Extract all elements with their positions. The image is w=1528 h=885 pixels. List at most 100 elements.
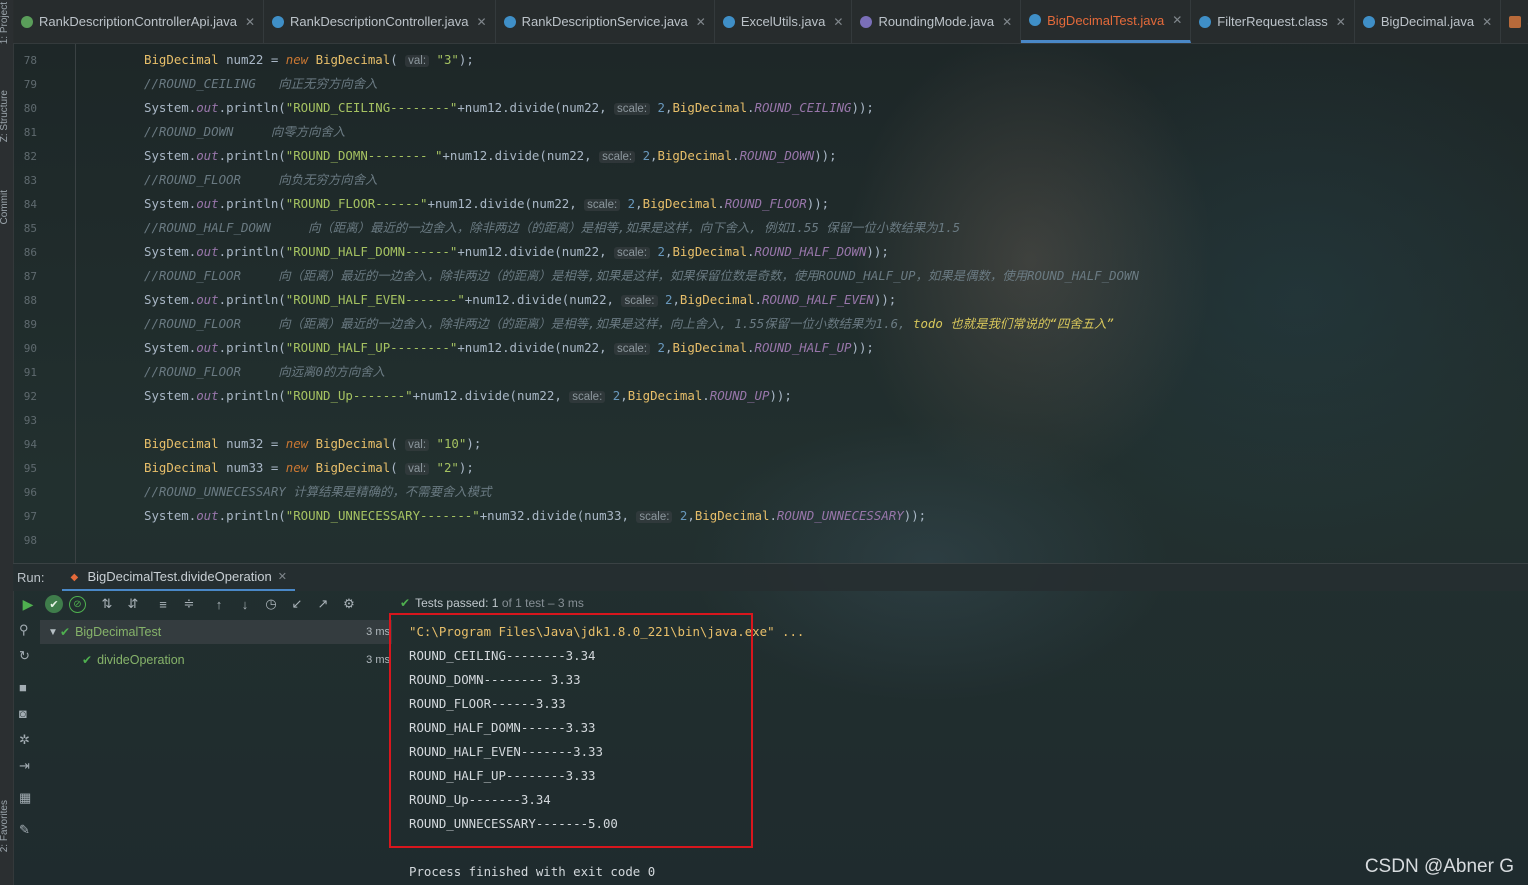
code-token: "10"	[436, 436, 467, 451]
structure-tool-tab[interactable]: Z: Structure	[0, 90, 10, 142]
tab-7[interactable]: BigDecimal.java ✕	[1355, 0, 1502, 43]
close-icon[interactable]: ✕	[1172, 13, 1182, 27]
line-number: 90	[23, 342, 37, 355]
camera-icon[interactable]: ◙	[19, 706, 27, 721]
pin-tab-icon[interactable]: ✎	[19, 822, 30, 838]
tab-5[interactable]: BigDecimalTest.java ✕	[1021, 0, 1192, 43]
code-editor[interactable]: 78 79 80 81 82 83 84 85 86 87 88 89 90 91 92 93 94 95 96 97…	[13, 44, 1528, 563]
close-icon[interactable]: ✕	[245, 15, 255, 29]
close-icon[interactable]: ✕	[477, 15, 487, 29]
parameter-hint: scale:	[584, 199, 621, 211]
code-line[interactable]: //ROUND_FLOOR 向（距离）最近的一边舍入，除非两边（的距离）是相等,…	[144, 316, 1114, 332]
tab-4[interactable]: RoundingMode.java ✕	[852, 0, 1022, 43]
parameter-hint: scale:	[621, 295, 658, 307]
settings-gear-icon[interactable]: ⚙	[338, 593, 360, 615]
class-icon	[1362, 15, 1375, 28]
show-ignored-icon[interactable]: ⊘	[69, 595, 86, 613]
code-line[interactable]: System.out.println("ROUND_DOMN-------- "…	[144, 148, 837, 165]
tab-2[interactable]: RankDescriptionService.java ✕	[496, 0, 715, 43]
code-token: BigDecimal	[627, 388, 703, 403]
history-icon[interactable]: ◷	[260, 593, 282, 615]
code-line[interactable]: System.out.println("ROUND_Up-------"+num…	[144, 388, 792, 405]
code-line[interactable]: //ROUND_FLOOR 向远离0的方向舍入	[144, 364, 385, 380]
code-line[interactable]: //ROUND_HALF_DOWN 向（距离）最近的一边舍入，除非两边（的距离）…	[144, 220, 960, 236]
code-line[interactable]: System.out.println("ROUND_HALF_DOMN-----…	[144, 244, 889, 261]
project-tool-tab[interactable]: 1: Project	[0, 2, 10, 44]
close-icon[interactable]: ✕	[696, 15, 706, 29]
code-token: new	[285, 460, 309, 475]
code-token: .println(	[218, 244, 286, 259]
code-line[interactable]: BigDecimal num33 = new BigDecimal( val: …	[144, 460, 474, 477]
show-passed-icon[interactable]: ✔	[45, 595, 63, 613]
code-line[interactable]: System.out.println("ROUND_HALF_UP-------…	[144, 340, 874, 357]
tab-0[interactable]: RankDescriptionControllerApi.java ✕	[13, 0, 265, 43]
debug-settings-icon[interactable]: ✲	[19, 732, 30, 748]
close-icon[interactable]: ✕	[1336, 15, 1346, 29]
tab-label: RankDescriptionControllerApi.java	[39, 14, 237, 29]
sort-duration-icon[interactable]: ⇵	[122, 593, 144, 615]
tab-8[interactable]: SaleRar	[1501, 0, 1528, 43]
collapse-all-icon[interactable]: ≑	[178, 593, 200, 615]
close-icon[interactable]: ✕	[1482, 15, 1492, 29]
pin-icon[interactable]: ⚲	[19, 622, 29, 638]
code-token: new	[285, 436, 309, 451]
code-token: ROUND_CEILING	[754, 100, 852, 115]
close-icon[interactable]: ✕	[278, 570, 287, 583]
enum-icon	[860, 15, 873, 28]
code-line[interactable]: //ROUND_CEILING 向正无穷方向舍入	[144, 76, 377, 92]
code-token: System.	[144, 292, 197, 307]
sort-alpha-icon[interactable]: ⇅	[96, 593, 118, 615]
close-icon[interactable]: ✕	[1002, 15, 1012, 29]
code-line[interactable]: //ROUND_UNNECESSARY 计算结果是精确的，不需要舍入模式	[144, 484, 491, 500]
code-token: ));	[769, 388, 792, 403]
tab-1[interactable]: RankDescriptionController.java ✕	[264, 0, 496, 43]
previous-failed-icon[interactable]: ↑	[208, 593, 230, 615]
line-number: 96	[23, 486, 37, 499]
expand-all-icon[interactable]: ≡	[152, 593, 174, 615]
code-line[interactable]: //ROUND_FLOOR 向负无穷方向舍入	[144, 172, 377, 188]
close-icon[interactable]: ✕	[833, 15, 843, 29]
next-failed-icon[interactable]: ↓	[234, 593, 256, 615]
code-token: (	[390, 460, 406, 475]
line-number: 95	[23, 462, 37, 475]
left-tool-strip: 1: Project Z: Structure Commit 2: Favori…	[0, 0, 14, 885]
import-tests-icon[interactable]: ↙	[286, 593, 308, 615]
code-line[interactable]: System.out.println("ROUND_FLOOR------"+n…	[144, 196, 829, 213]
code-line[interactable]: BigDecimal num22 = new BigDecimal( val: …	[144, 52, 474, 69]
test-class-name: BigDecimalTest	[75, 625, 162, 639]
code-token: 2	[657, 244, 665, 259]
code-token: );	[458, 52, 474, 67]
code-token: System.	[144, 100, 197, 115]
exit-icon[interactable]: ⇥	[19, 758, 30, 774]
layout-icon[interactable]: ▦	[19, 790, 31, 806]
commit-tool-tab[interactable]: Commit	[0, 190, 10, 224]
code-token: (	[390, 436, 406, 451]
code-line[interactable]: System.out.println("ROUND_CEILING-------…	[144, 100, 874, 117]
passed-check-icon: ✔	[82, 653, 93, 667]
code-line[interactable]: System.out.println("ROUND_HALF_EVEN-----…	[144, 292, 896, 309]
rerun-icon[interactable]: ▶	[17, 593, 39, 615]
code-line[interactable]: //ROUND_FLOOR 向（距离）最近的一边舍入，除非两边（的距离）是相等,…	[144, 268, 1139, 284]
export-tests-icon[interactable]: ↗	[312, 593, 334, 615]
code-token: ROUND_HALF_UP	[754, 340, 852, 355]
test-method-row[interactable]: ✔ divideOperation 3 ms	[40, 648, 392, 672]
code-token: ));	[866, 244, 889, 259]
toggle-autotest-icon[interactable]: ↻	[19, 648, 30, 664]
code-line[interactable]: BigDecimal num32 = new BigDecimal( val: …	[144, 436, 481, 453]
code-line[interactable]: System.out.println("ROUND_UNNECESSARY---…	[144, 508, 926, 525]
tab-6[interactable]: FilterRequest.class ✕	[1191, 0, 1355, 43]
line-number: 85	[23, 222, 37, 235]
favorites-tool-tab[interactable]: 2: Favorites	[0, 800, 10, 852]
tab-3[interactable]: ExcelUtils.java ✕	[715, 0, 853, 43]
run-config-tab[interactable]: ◆ BigDecimalTest.divideOperation ✕	[62, 564, 295, 591]
code-token: .	[754, 292, 762, 307]
parameter-hint: val:	[405, 55, 430, 67]
expand-arrow-icon[interactable]: ▼	[48, 627, 60, 638]
stop-icon[interactable]: ■	[19, 680, 27, 695]
code-token: BigDecimal	[642, 196, 718, 211]
test-class-row[interactable]: ▼ ✔ BigDecimalTest 3 ms	[40, 620, 392, 644]
code-line[interactable]: //ROUND_DOWN 向零方向舍入	[144, 124, 345, 140]
